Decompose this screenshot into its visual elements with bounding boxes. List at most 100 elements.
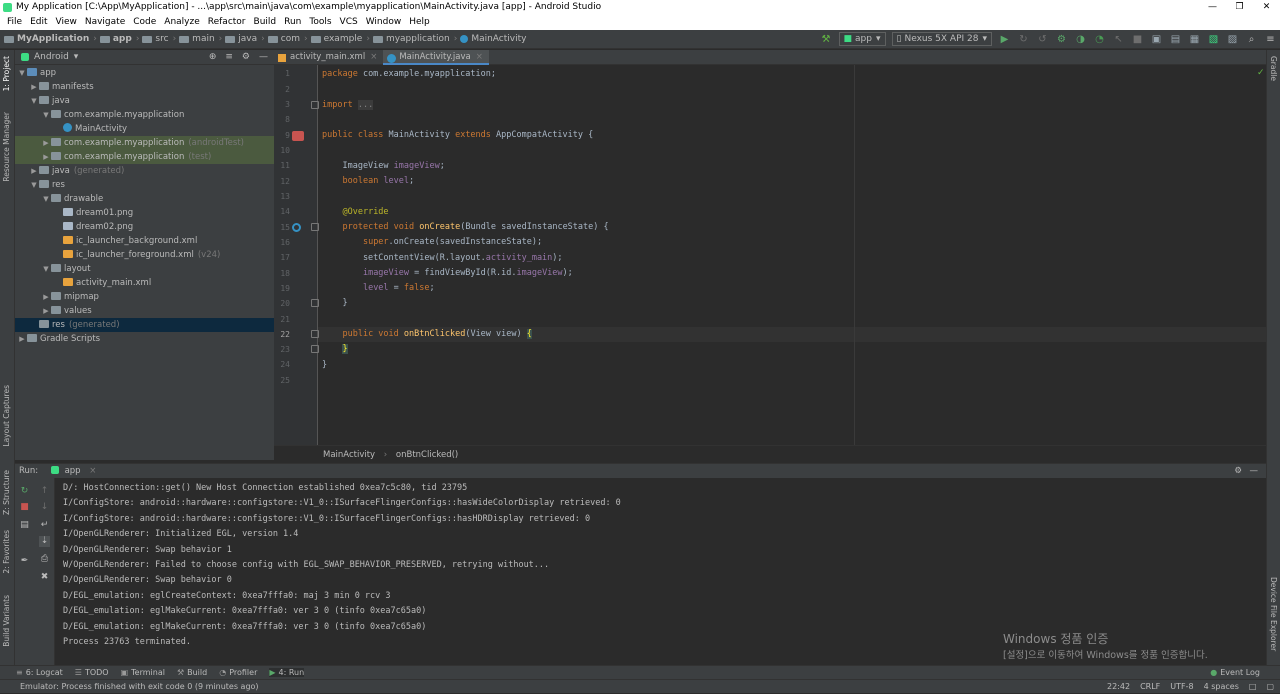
- tree-item[interactable]: ▶ java (generated): [15, 164, 274, 178]
- breadcrumb-project[interactable]: MyApplication ›: [4, 30, 97, 49]
- menu-code[interactable]: Code: [129, 15, 160, 30]
- tree-item[interactable]: ▼ java: [15, 94, 274, 108]
- stop-icon[interactable]: ■: [1132, 34, 1143, 45]
- rerun-icon[interactable]: ↻: [19, 486, 30, 497]
- code-line[interactable]: level = false;: [322, 283, 435, 293]
- stop-icon[interactable]: ■: [19, 502, 30, 513]
- breadcrumb-java[interactable]: java ›: [225, 30, 265, 49]
- tab-build[interactable]: ⚒ Build: [177, 668, 207, 677]
- menu-run[interactable]: Run: [280, 15, 305, 30]
- fold-toggle[interactable]: [311, 299, 319, 307]
- chevron-down-icon[interactable]: ▼: [41, 192, 51, 206]
- fold-toggle[interactable]: [311, 345, 319, 353]
- menu-window[interactable]: Window: [362, 15, 406, 30]
- tab-todo[interactable]: ☰ TODO: [75, 668, 109, 677]
- chevron-right-icon[interactable]: ▶: [41, 150, 51, 164]
- code-line[interactable]: @Override: [322, 207, 388, 217]
- status-message[interactable]: Emulator: Process finished with exit cod…: [20, 682, 259, 691]
- tree-item[interactable]: dream01.png: [15, 206, 274, 220]
- close-tab-icon[interactable]: ×: [370, 52, 377, 62]
- tree-item[interactable]: MainActivity: [15, 122, 274, 136]
- tree-item[interactable]: ▶ com.example.myapplication (androidTest): [15, 136, 274, 150]
- apply-changes-icon[interactable]: ↻: [1018, 34, 1029, 45]
- sdk-manager-icon[interactable]: ▦: [1189, 34, 1200, 45]
- code-line[interactable]: protected void onCreate(Bundle savedInst…: [322, 222, 608, 232]
- code-line[interactable]: public class MainActivity extends AppCom…: [322, 130, 593, 140]
- apply-code-icon[interactable]: ↺: [1037, 34, 1048, 45]
- breadcrumb-main[interactable]: main ›: [179, 30, 222, 49]
- chevron-down-icon[interactable]: ▼: [29, 178, 39, 192]
- code-line[interactable]: public void onBtnClicked(View view) {: [322, 329, 532, 339]
- trash-icon[interactable]: ✖: [39, 572, 50, 583]
- close-button[interactable]: ✕: [1253, 0, 1280, 15]
- chevron-right-icon[interactable]: ▶: [29, 80, 39, 94]
- chevron-down-icon[interactable]: ▼: [41, 262, 51, 276]
- target-icon[interactable]: ⊕: [209, 52, 217, 62]
- tree-item[interactable]: ▼ layout: [15, 262, 274, 276]
- tree-item[interactable]: activity_main.xml: [15, 276, 274, 290]
- tab-gradle[interactable]: Gradle: [1269, 56, 1278, 81]
- breadcrumb-com[interactable]: com ›: [267, 30, 308, 49]
- fold-toggle[interactable]: [311, 330, 319, 338]
- code-line[interactable]: }: [322, 360, 327, 370]
- tab-event-log[interactable]: ● Event Log: [1210, 668, 1260, 677]
- run-tab-app[interactable]: app: [65, 466, 81, 476]
- restore-button[interactable]: ❐: [1226, 0, 1253, 15]
- tree-item[interactable]: dream02.png: [15, 220, 274, 234]
- hammer-icon[interactable]: ⚒: [821, 34, 832, 45]
- code-line[interactable]: imageView = findViewById(R.id.imageView)…: [322, 268, 573, 278]
- tree-item[interactable]: ▶ values: [15, 304, 274, 318]
- arrow-up-icon[interactable]: ↑: [39, 486, 50, 497]
- tree-item[interactable]: res (generated): [15, 318, 274, 332]
- code-line[interactable]: ImageView imageView;: [322, 161, 444, 171]
- indent-setting[interactable]: 4 spaces: [1204, 680, 1239, 694]
- tree-item[interactable]: ▶ manifests: [15, 80, 274, 94]
- chevron-right-icon[interactable]: ▶: [17, 332, 27, 346]
- tree-item[interactable]: ic_launcher_background.xml: [15, 234, 274, 248]
- project-structure-icon[interactable]: ▨: [1227, 34, 1238, 45]
- chevron-right-icon[interactable]: ▶: [29, 164, 39, 178]
- hide-panel-icon[interactable]: —: [259, 52, 268, 62]
- tab-main-activity-java[interactable]: MainActivity.java ×: [383, 50, 489, 65]
- menu-help[interactable]: Help: [405, 15, 434, 30]
- tree-item[interactable]: ic_launcher_foreground.xml (v24): [15, 248, 274, 262]
- tree-item[interactable]: ▼ app: [15, 66, 274, 80]
- fold-toggle[interactable]: [311, 101, 319, 109]
- search-icon[interactable]: ⌕: [1246, 34, 1257, 45]
- chevron-down-icon[interactable]: ▼: [41, 108, 51, 122]
- git-icon[interactable]: ▢: [1266, 680, 1274, 694]
- menu-edit[interactable]: Edit: [26, 15, 51, 30]
- tree-item[interactable]: ▶ com.example.myapplication (test): [15, 150, 274, 164]
- tree-item[interactable]: ▶ mipmap: [15, 290, 274, 304]
- soft-wrap-icon[interactable]: ↵: [39, 520, 50, 531]
- inspection-ok-icon[interactable]: ✓: [1257, 68, 1265, 78]
- code-line[interactable]: setContentView(R.layout.activity_main);: [322, 253, 563, 263]
- caret-position[interactable]: 22:42: [1107, 680, 1130, 694]
- profile-icon[interactable]: ◔: [1094, 34, 1105, 45]
- code-line[interactable]: }: [322, 298, 347, 308]
- breadcrumb-src[interactable]: src ›: [142, 30, 176, 49]
- print-icon[interactable]: ⎙: [39, 554, 50, 565]
- tree-item[interactable]: ▶ Gradle Scripts: [15, 332, 274, 346]
- coverage-icon[interactable]: ◑: [1075, 34, 1086, 45]
- tab-build-variants[interactable]: Build Variants: [2, 595, 11, 647]
- scroll-to-end-icon[interactable]: ⇣: [39, 536, 50, 547]
- tab-device-file-explorer[interactable]: Device File Explorer: [1269, 577, 1278, 651]
- code-line[interactable]: package com.example.myapplication;: [322, 69, 496, 79]
- breadcrumb-package[interactable]: myapplication ›: [372, 30, 457, 49]
- chevron-down-icon[interactable]: ▼: [17, 66, 27, 80]
- tab-project[interactable]: 1: Project: [2, 56, 11, 91]
- menu-refactor[interactable]: Refactor: [204, 15, 250, 30]
- code-line[interactable]: boolean level;: [322, 176, 414, 186]
- lock-icon[interactable]: □: [1249, 680, 1257, 694]
- code-line[interactable]: import ...: [322, 100, 374, 110]
- editor-breadcrumb-method[interactable]: onBtnClicked(): [396, 450, 458, 460]
- project-view-select[interactable]: Android: [34, 52, 69, 62]
- hide-panel-icon[interactable]: —: [1250, 464, 1259, 478]
- tab-run[interactable]: ▶ 4: Run: [269, 668, 305, 677]
- debug-icon[interactable]: ⚙: [1056, 34, 1067, 45]
- chevron-right-icon[interactable]: ▶: [41, 304, 51, 318]
- tree-item[interactable]: ▼ com.example.myapplication: [15, 108, 274, 122]
- line-separator[interactable]: CRLF: [1140, 680, 1160, 694]
- chevron-right-icon[interactable]: ▶: [41, 136, 51, 150]
